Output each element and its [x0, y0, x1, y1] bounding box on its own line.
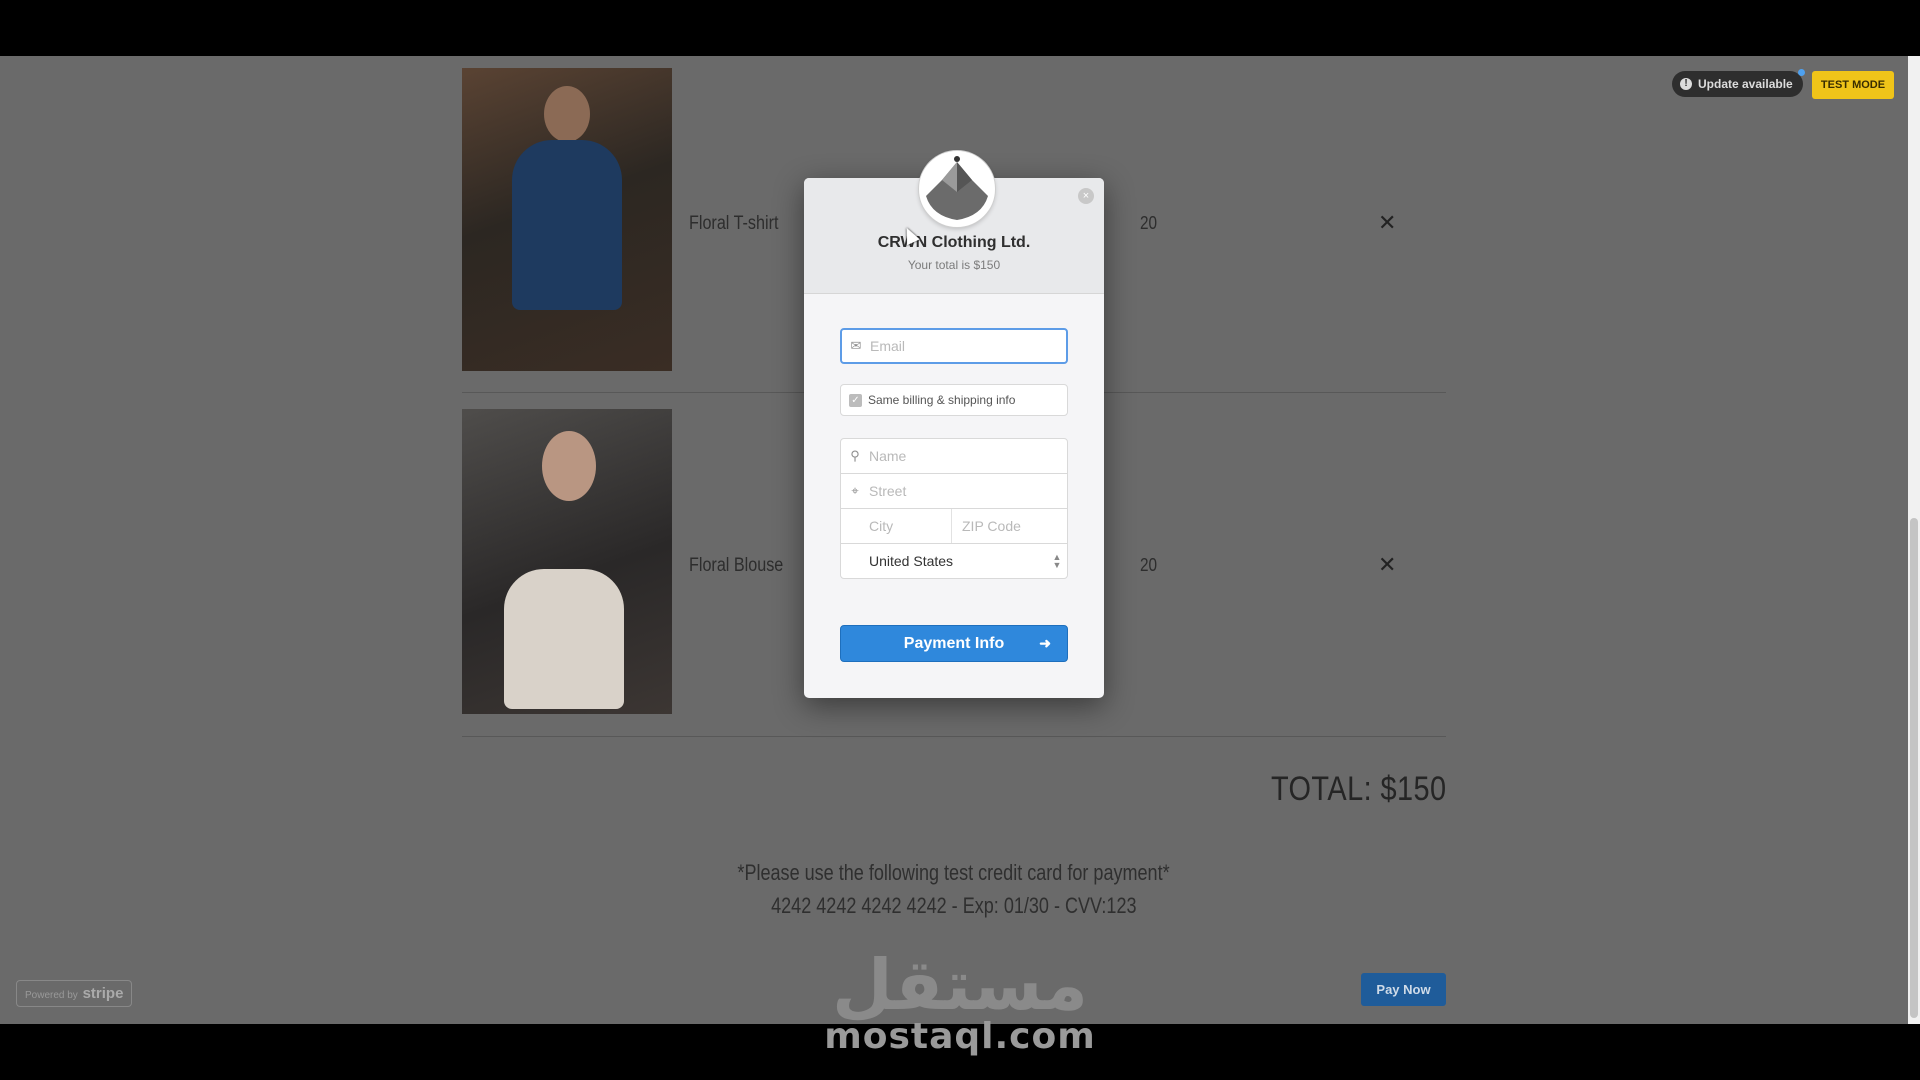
name-field[interactable]: ⚲ [840, 438, 1068, 474]
cart-item-quantity: 20 [1140, 213, 1158, 233]
watermark-arabic: مستقل [831, 944, 1088, 1026]
zip-field[interactable] [952, 518, 1067, 534]
city-zip-row [840, 508, 1068, 544]
update-available-badge[interactable]: ! Update available [1672, 69, 1805, 97]
arrow-right-icon: ➜ [1039, 635, 1051, 651]
city-field[interactable] [841, 509, 952, 543]
close-icon[interactable]: × [1078, 188, 1094, 204]
same-billing-label: Same billing & shipping info [868, 393, 1016, 407]
street-input[interactable] [869, 483, 1039, 499]
cart-total: TOTAL: $150 [1270, 770, 1446, 808]
scrollbar-thumb[interactable] [1910, 518, 1918, 1018]
test-mode-badge: TEST MODE [1812, 71, 1894, 99]
email-input[interactable] [870, 338, 1040, 354]
info-icon: ! [1680, 78, 1692, 90]
cart-item-name: Floral Blouse [689, 555, 784, 576]
country-value: United States [869, 553, 954, 569]
country-select[interactable]: United States ▲ ▼ [840, 543, 1068, 579]
payment-info-label: Payment Info [903, 634, 1005, 652]
update-available-label: Update available [1698, 77, 1793, 91]
test-card-note: *Please use the following test credit ca… [737, 860, 1171, 885]
location-pin-icon: ⌖ [851, 483, 859, 498]
watermark-url: mostaql.com [824, 1016, 1096, 1057]
envelope-icon: ✉ [850, 338, 862, 353]
email-field[interactable]: ✉ [840, 328, 1068, 364]
person-icon: ⚲ [850, 448, 860, 463]
model-head [542, 431, 596, 501]
name-input[interactable] [869, 448, 1039, 464]
crown-logo [919, 151, 995, 227]
city-input[interactable] [869, 518, 949, 534]
stripe-checkout-modal: × CRWN Clothing Ltd. Your total is $150 … [804, 151, 1104, 698]
remove-item-button[interactable]: ✕ [1378, 210, 1396, 236]
model-head [544, 86, 590, 142]
payment-info-button[interactable]: Payment Info ➜ [840, 625, 1068, 662]
product-image-floral-blouse [462, 409, 672, 714]
same-billing-checkbox[interactable]: ✓ Same billing & shipping info [840, 384, 1068, 416]
crown-logo-icon [923, 155, 991, 223]
cart-item-quantity: 20 [1140, 555, 1158, 575]
total-subtitle: Your total is $150 [907, 258, 1001, 272]
divider [462, 736, 1446, 737]
test-card-details: 4242 4242 4242 4242 - Exp: 01/30 - CVV:1… [771, 893, 1137, 918]
checkmark-icon[interactable]: ✓ [849, 393, 862, 407]
notification-dot [1797, 69, 1805, 76]
select-arrows-icon: ▲ ▼ [1052, 552, 1062, 570]
scrollbar[interactable] [1908, 56, 1920, 1024]
model-blouse [504, 569, 624, 709]
street-field[interactable]: ⌖ [840, 473, 1068, 509]
cart-item-name: Floral T-shirt [689, 213, 779, 234]
remove-item-button[interactable]: ✕ [1378, 552, 1396, 578]
zip-input[interactable] [962, 518, 1042, 534]
model-shirt [512, 140, 622, 310]
product-image-floral-tshirt [462, 68, 672, 371]
company-name: CRWN Clothing Ltd. [877, 234, 1031, 251]
